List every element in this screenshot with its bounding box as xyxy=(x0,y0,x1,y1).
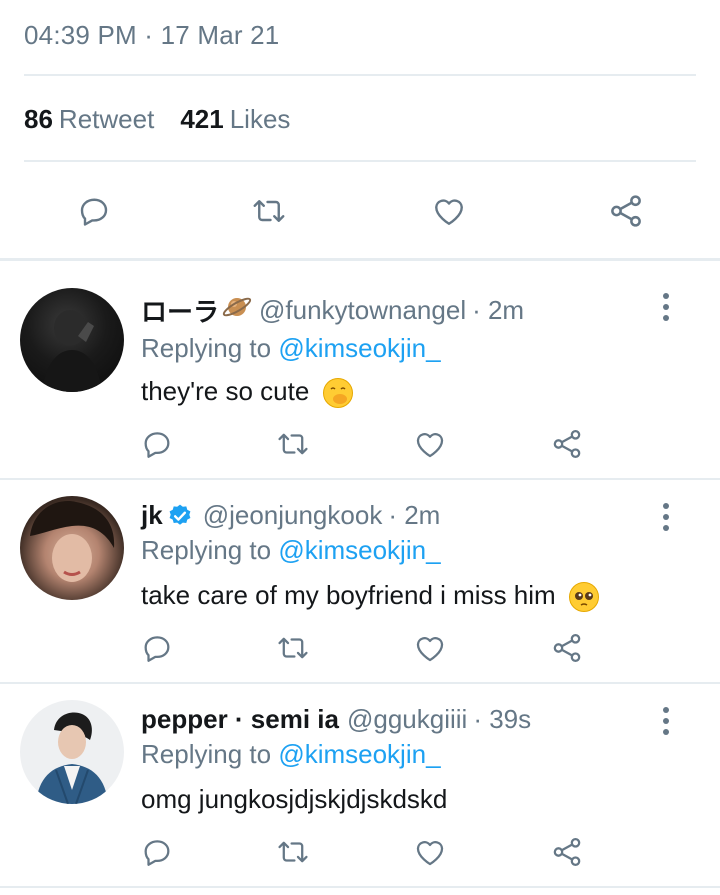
divider xyxy=(24,160,696,162)
share-icon[interactable] xyxy=(607,192,645,230)
tweet-stats: 86 Retweet 421 Likes xyxy=(24,104,290,135)
avatar[interactable] xyxy=(20,700,124,804)
like-icon[interactable] xyxy=(412,835,448,869)
retweet-icon[interactable] xyxy=(275,835,311,869)
display-name[interactable]: jk xyxy=(141,500,163,531)
retweet-stat[interactable]: 86 Retweet xyxy=(24,104,154,135)
retweet-icon[interactable] xyxy=(250,193,288,229)
time-ago: · 39s xyxy=(473,704,532,734)
replying-prefix: Replying to xyxy=(141,739,272,769)
more-options-icon[interactable] xyxy=(662,502,670,537)
time-ago: · 2m xyxy=(388,500,441,530)
reply-text: omg jungkosjdjskjdjskdskd xyxy=(141,784,650,815)
tweet-action-bar xyxy=(0,188,720,234)
replying-to: Replying to @kimseokjin_ xyxy=(141,333,650,364)
reply-action-bar xyxy=(0,834,720,870)
divider xyxy=(24,74,696,76)
like-icon[interactable] xyxy=(430,193,468,229)
comment-icon[interactable] xyxy=(76,193,112,229)
reply-item[interactable]: pepper · semi ia @ggukgiiii · 39s Replyi… xyxy=(0,684,720,884)
mention-link[interactable]: @kimseokjin_ xyxy=(278,333,440,363)
avatar[interactable] xyxy=(20,496,124,600)
retweet-count: 86 xyxy=(24,104,53,134)
replying-prefix: Replying to xyxy=(141,535,272,565)
display-name[interactable]: ローラ xyxy=(141,292,219,329)
retweet-icon[interactable] xyxy=(275,427,311,461)
reply-text-content: take care of my boyfriend i miss him xyxy=(141,580,556,610)
handle[interactable]: @funkytownangel xyxy=(259,295,466,326)
planet-icon xyxy=(221,293,253,328)
replying-to: Replying to @kimseokjin_ xyxy=(141,535,650,566)
pleading-face-emoji xyxy=(568,582,599,613)
comment-icon[interactable] xyxy=(140,631,174,665)
reply-item[interactable]: jk @jeonjungkook · 2m Replying to @kimse… xyxy=(0,480,720,680)
replying-to: Replying to @kimseokjin_ xyxy=(141,739,650,770)
reply-action-bar xyxy=(0,630,720,666)
share-icon[interactable] xyxy=(550,835,584,869)
replying-prefix: Replying to xyxy=(141,333,272,363)
reply-item[interactable]: ローラ @funkytownangel · 2m Replying to @ki… xyxy=(0,262,720,478)
comment-icon[interactable] xyxy=(140,427,174,461)
reply-text: take care of my boyfriend i miss him xyxy=(141,580,650,613)
divider xyxy=(0,886,720,888)
retweet-icon[interactable] xyxy=(275,631,311,665)
likes-count: 421 xyxy=(180,104,224,134)
handle[interactable]: @jeonjungkook xyxy=(203,500,383,531)
display-name[interactable]: pepper · semi ia xyxy=(141,704,339,735)
reply-text: they're so cute xyxy=(141,376,650,409)
more-options-icon[interactable] xyxy=(662,292,670,327)
divider xyxy=(0,258,720,261)
comment-icon[interactable] xyxy=(140,835,174,869)
like-icon[interactable] xyxy=(412,427,448,461)
verified-badge-icon xyxy=(167,503,193,529)
reply-action-bar xyxy=(0,426,720,462)
time-ago: · 2m xyxy=(472,295,525,325)
more-options-icon[interactable] xyxy=(662,706,670,741)
share-icon[interactable] xyxy=(550,427,584,461)
handle[interactable]: @ggukgiiii xyxy=(347,704,467,735)
retweet-label: Retweet xyxy=(58,104,155,134)
avatar[interactable] xyxy=(20,288,124,392)
likes-label: Likes xyxy=(229,104,291,134)
hand-over-mouth-emoji xyxy=(322,378,353,409)
mention-link[interactable]: @kimseokjin_ xyxy=(278,535,440,565)
reply-text-content: omg jungkosjdjskjdjskdskd xyxy=(141,784,448,814)
tweet-timestamp: 04:39 PM · 17 Mar 21 xyxy=(24,20,280,50)
reply-text-content: they're so cute xyxy=(141,376,310,406)
mention-link[interactable]: @kimseokjin_ xyxy=(278,739,440,769)
likes-stat[interactable]: 421 Likes xyxy=(180,104,290,135)
share-icon[interactable] xyxy=(550,631,584,665)
like-icon[interactable] xyxy=(412,631,448,665)
